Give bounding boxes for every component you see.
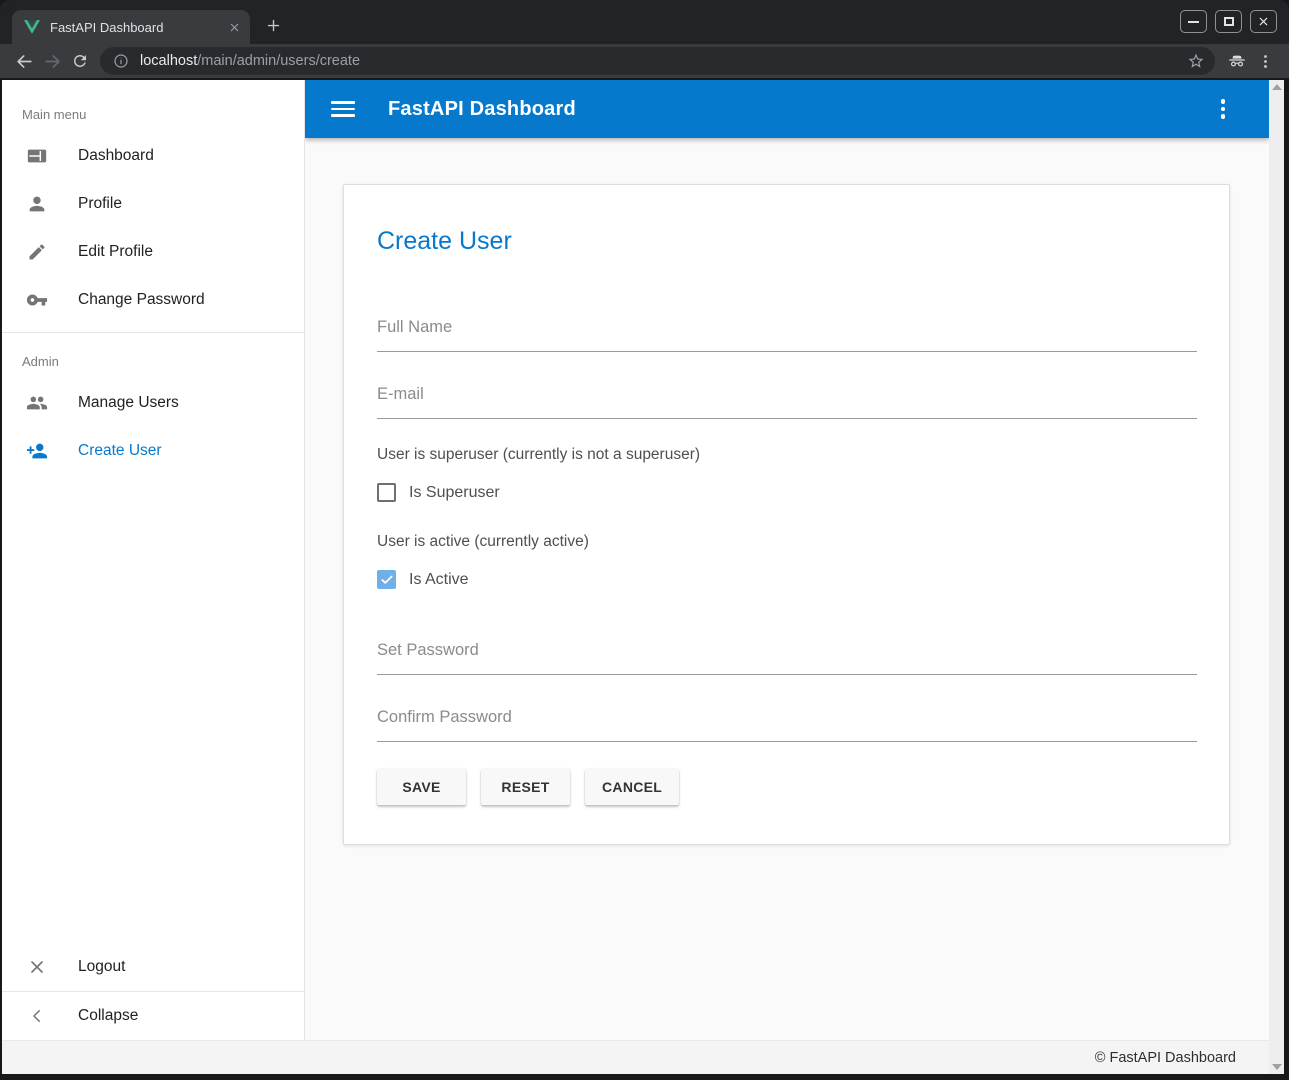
browser-window: FastAPI Dashboard [0, 0, 1289, 1080]
active-note: User is active (currently active) [377, 533, 1197, 551]
email-input[interactable] [377, 379, 1197, 419]
sidebar-item-dashboard[interactable]: Dashboard [2, 132, 304, 180]
url-host: localhost [140, 53, 197, 69]
full-name-field-wrap [377, 312, 1197, 352]
pencil-icon [25, 242, 49, 262]
page-footer: © FastAPI Dashboard [2, 1040, 1269, 1074]
chevron-left-icon [25, 1007, 49, 1025]
form-buttons: SAVE RESET CANCEL [377, 769, 1197, 805]
confirm-password-input[interactable] [377, 702, 1197, 742]
create-user-card: Create User User is superuser (currently… [343, 184, 1230, 845]
cancel-button[interactable]: CANCEL [585, 769, 679, 805]
superuser-note: User is superuser (currently is not a su… [377, 446, 1197, 464]
main-area: FastAPI Dashboard Create User User is su… [305, 80, 1269, 1040]
sidebar-item-label: Manage Users [78, 394, 179, 412]
save-button[interactable]: SAVE [377, 769, 466, 805]
set-password-field-wrap [377, 635, 1197, 675]
url-text[interactable]: localhost/main/admin/users/create [140, 53, 1176, 69]
superuser-checkbox-row: Is Superuser [377, 483, 1197, 502]
maximize-button[interactable] [1215, 10, 1242, 33]
scroll-up-icon[interactable] [1272, 84, 1282, 90]
new-tab-button[interactable] [258, 10, 288, 40]
app-bar: FastAPI Dashboard [305, 80, 1269, 138]
window-controls [1180, 10, 1277, 33]
reload-button[interactable] [66, 47, 94, 75]
page-content: Main menu Dashboard [2, 80, 1284, 1074]
browser-menu-icon[interactable] [1251, 47, 1279, 75]
tab-close-icon[interactable] [229, 22, 240, 33]
sidebar-item-collapse[interactable]: Collapse [2, 992, 304, 1040]
sidebar-item-label: Edit Profile [78, 243, 153, 261]
confirm-password-field-wrap [377, 702, 1197, 742]
sidebar-item-change-password[interactable]: Change Password [2, 276, 304, 324]
dashboard-icon [25, 145, 49, 167]
sidebar-section-label-admin: Admin [2, 333, 304, 379]
back-button[interactable] [10, 47, 38, 75]
sidebar-item-logout[interactable]: Logout [2, 943, 304, 991]
sidebar-item-label: Dashboard [78, 147, 154, 165]
browser-toolbar: localhost/main/admin/users/create [0, 44, 1289, 78]
browser-chrome: FastAPI Dashboard [0, 0, 1289, 80]
minimize-button[interactable] [1180, 10, 1207, 33]
appbar-menu-icon[interactable] [1211, 97, 1235, 121]
active-checkbox-row: Is Active [377, 570, 1197, 589]
set-password-input[interactable] [377, 635, 1197, 675]
person-icon [25, 193, 49, 215]
vertical-scrollbar[interactable] [1269, 80, 1284, 1074]
address-bar[interactable]: localhost/main/admin/users/create [100, 47, 1215, 75]
browser-tab[interactable]: FastAPI Dashboard [12, 10, 250, 44]
forward-button[interactable] [38, 47, 66, 75]
is-active-label: Is Active [409, 571, 469, 589]
sidebar-item-edit-profile[interactable]: Edit Profile [2, 228, 304, 276]
sidebar-item-manage-users[interactable]: Manage Users [2, 379, 304, 427]
people-icon [25, 392, 49, 414]
is-superuser-checkbox[interactable] [377, 483, 396, 502]
email-field-wrap [377, 379, 1197, 419]
tab-title: FastAPI Dashboard [50, 20, 219, 35]
sidebar-item-label: Create User [78, 442, 162, 460]
close-icon [25, 957, 49, 977]
is-active-checkbox[interactable] [377, 570, 396, 589]
sidebar-item-label: Collapse [78, 1007, 138, 1025]
sidebar-section-label-main: Main menu [2, 80, 304, 132]
bookmark-star-icon[interactable] [1187, 52, 1205, 70]
key-icon [25, 289, 49, 311]
form-title: Create User [377, 227, 1197, 256]
full-name-input[interactable] [377, 312, 1197, 352]
page-info-icon[interactable] [113, 53, 129, 69]
tab-strip: FastAPI Dashboard [0, 0, 1289, 44]
hamburger-menu-icon[interactable] [331, 101, 355, 117]
sidebar-item-label: Change Password [78, 291, 205, 309]
sidebar-item-label: Profile [78, 195, 122, 213]
scroll-down-icon[interactable] [1272, 1064, 1282, 1070]
person-add-icon [25, 440, 49, 462]
sidebar-item-profile[interactable]: Profile [2, 180, 304, 228]
is-superuser-label: Is Superuser [409, 484, 500, 502]
reset-button[interactable]: RESET [481, 769, 570, 805]
close-window-button[interactable] [1250, 10, 1277, 33]
sidebar: Main menu Dashboard [2, 80, 305, 1040]
vue-favicon-icon [24, 20, 40, 34]
sidebar-item-create-user[interactable]: Create User [2, 427, 304, 475]
incognito-icon [1223, 47, 1251, 75]
sidebar-item-label: Logout [78, 958, 125, 976]
app-title: FastAPI Dashboard [388, 98, 1211, 121]
footer-copyright: © FastAPI Dashboard [1095, 1050, 1236, 1066]
url-path: /main/admin/users/create [197, 53, 360, 69]
